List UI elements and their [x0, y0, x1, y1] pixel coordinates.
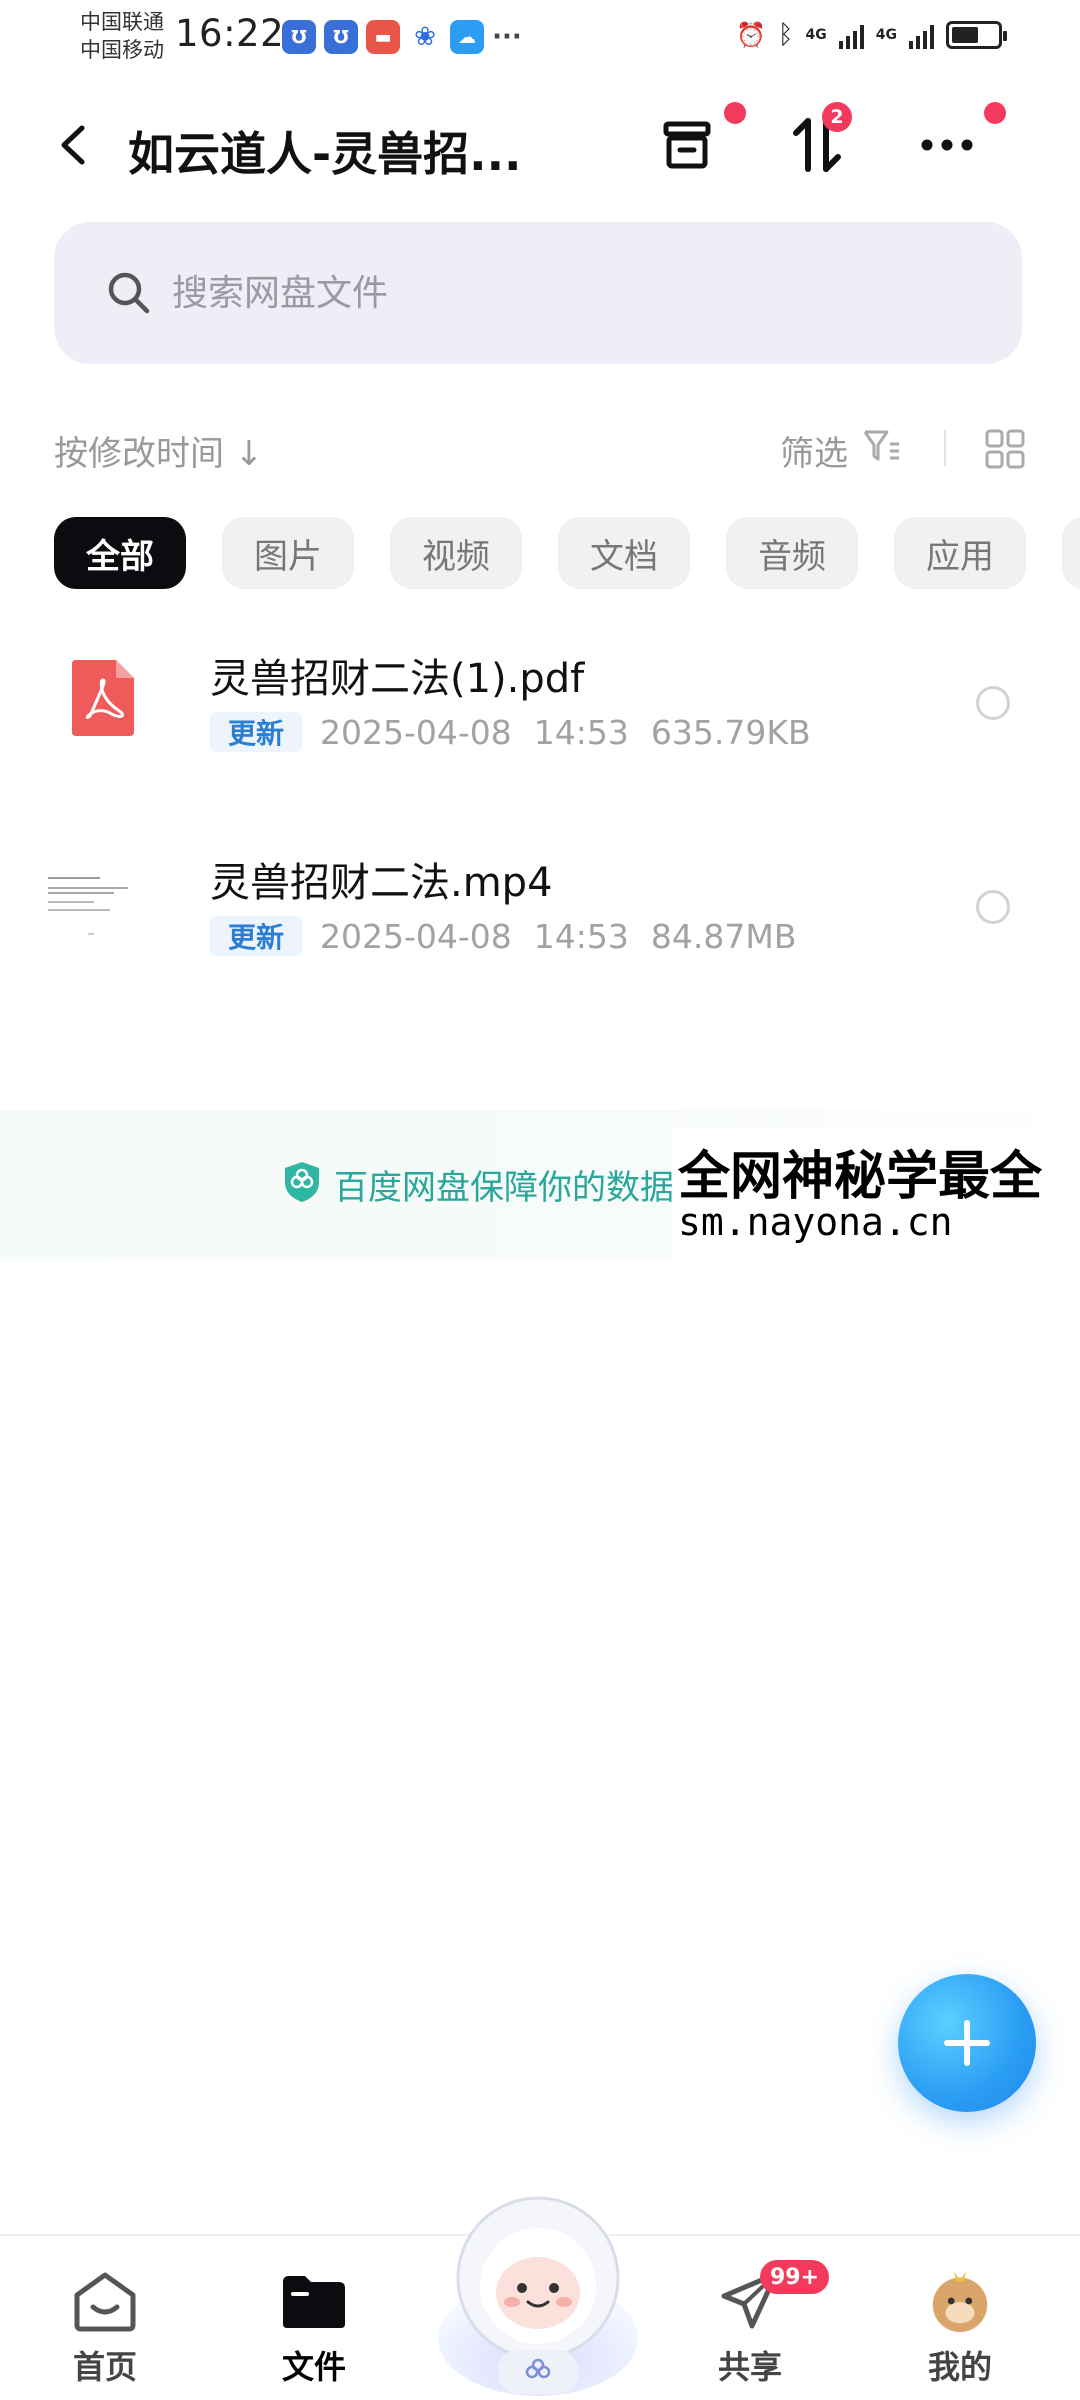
- file-meta: 更新 2025-04-08 14:53 635.79KB: [210, 712, 833, 752]
- share-count-badge: 99+: [760, 2260, 830, 2294]
- avatar: [925, 2266, 995, 2336]
- file-date: 2025-04-08: [320, 712, 512, 752]
- archive-button[interactable]: [652, 102, 746, 180]
- watermark-url: sm.nayona.cn: [678, 1200, 953, 1244]
- clock: 16:22: [175, 12, 285, 55]
- nav-home[interactable]: 首页: [35, 2266, 175, 2396]
- paw-icon: ❀: [414, 22, 436, 52]
- file-row[interactable]: 灵兽招财二法.mp4 更新 2025-04-08 14:53 84.87MB: [0, 832, 1080, 982]
- signal-icon: [909, 21, 934, 49]
- network-type-1: 4G: [805, 27, 827, 43]
- notification-icons: Ʊ Ʊ ▬ ❀ ☁ ···: [282, 20, 522, 54]
- file-time: 14:53: [533, 712, 629, 752]
- watermark-overlay: 全网神秘学最全 sm.nayona.cn: [672, 1128, 1080, 1260]
- carrier-2: 中国移动: [80, 38, 164, 62]
- filter-button[interactable]: 筛选: [780, 426, 848, 475]
- chip-apps[interactable]: 应用: [894, 517, 1026, 589]
- chip-audio[interactable]: 音频: [726, 517, 858, 589]
- nav-share[interactable]: 99+ 共享: [680, 2260, 830, 2396]
- chip-all[interactable]: 全部: [54, 517, 186, 589]
- file-row[interactable]: 灵兽招财二法(1).pdf 更新 2025-04-08 14:53 635.79…: [0, 628, 1080, 778]
- filter-icon[interactable]: [862, 428, 902, 464]
- add-button[interactable]: [898, 1974, 1036, 2112]
- status-bar: 中国联通 中国移动 16:22 Ʊ Ʊ ▬ ❀ ☁ ··· ⏰ ᛒ 4G 4G: [0, 0, 1080, 80]
- category-chips: 全部 图片 视频 文档 音频 应用: [54, 517, 1080, 589]
- chip-more[interactable]: [1062, 517, 1080, 589]
- update-tag: 更新: [210, 712, 303, 752]
- app-notification-icon: Ʊ: [282, 20, 316, 54]
- chip-documents[interactable]: 文档: [558, 517, 690, 589]
- back-button[interactable]: [50, 120, 100, 170]
- nav-mine[interactable]: 我的: [890, 2266, 1030, 2396]
- file-name: 灵兽招财二法.mp4: [210, 860, 553, 906]
- search-input[interactable]: [172, 266, 952, 320]
- file-size: 635.79KB: [650, 712, 811, 752]
- nav-files-label: 文件: [281, 2348, 346, 2386]
- sort-dropdown[interactable]: 按修改时间 ↓: [54, 426, 263, 475]
- file-date: 2025-04-08: [320, 916, 512, 956]
- shield-icon: [285, 1162, 319, 1202]
- nav-files[interactable]: 文件: [244, 2266, 384, 2396]
- mascot-center-button[interactable]: [428, 2168, 648, 2400]
- divider: [944, 430, 946, 466]
- chip-videos[interactable]: 视频: [390, 517, 522, 589]
- search-icon: [108, 272, 150, 314]
- plus-icon: [944, 2020, 990, 2066]
- shopping-app-icon: ▬: [366, 20, 400, 54]
- weather-cloud-icon: ☁: [450, 20, 484, 54]
- select-checkbox[interactable]: [976, 890, 1010, 924]
- file-meta: 更新 2025-04-08 14:53 84.87MB: [210, 916, 819, 956]
- select-checkbox[interactable]: [976, 686, 1010, 720]
- file-time: 14:53: [533, 916, 629, 956]
- network-type-2: 4G: [875, 27, 897, 43]
- signal-icon: [838, 21, 864, 49]
- system-icons: ⏰ ᛒ 4G 4G: [736, 20, 1007, 50]
- alarm-icon: ⏰: [736, 21, 766, 49]
- carrier-1: 中国联通: [80, 10, 164, 34]
- astronaut-mascot-icon: [438, 2196, 638, 2396]
- more-notifications-icon: ···: [492, 22, 522, 52]
- bluetooth-icon: ᛒ: [777, 20, 794, 50]
- transfer-count-badge: 2: [822, 102, 852, 132]
- chevron-left-icon: [61, 125, 85, 165]
- video-thumbnail: [44, 862, 134, 942]
- nav-mine-label: 我的: [927, 2348, 992, 2386]
- home-icon: [70, 2266, 140, 2336]
- watermark-title: 全网神秘学最全: [678, 1146, 1043, 1207]
- search-bar[interactable]: [54, 222, 1022, 364]
- banner-text: 百度网盘保障你的数据: [334, 1168, 674, 1208]
- carrier-names: 中国联通 中国移动: [80, 8, 164, 64]
- folder-icon: [279, 2266, 349, 2336]
- nav-home-label: 首页: [72, 2348, 137, 2386]
- pdf-icon: [72, 660, 134, 736]
- update-tag: 更新: [210, 916, 303, 956]
- app-notification-icon: Ʊ: [324, 20, 358, 54]
- file-name: 灵兽招财二法(1).pdf: [210, 656, 585, 702]
- chip-images[interactable]: 图片: [222, 517, 354, 589]
- grid-view-icon[interactable]: [984, 428, 1026, 470]
- transfer-button[interactable]: 2: [782, 102, 852, 180]
- battery-icon: [946, 21, 1007, 49]
- page-title: 如云道人-灵兽招...: [128, 127, 522, 181]
- top-bar: 如云道人-灵兽招... 2: [0, 90, 1080, 200]
- notification-dot: [724, 102, 746, 124]
- sort-filter-row: 按修改时间 ↓ 筛选: [0, 410, 1080, 480]
- archive-icon: [663, 121, 711, 169]
- file-size: 84.87MB: [650, 916, 797, 956]
- more-dots-icon: [921, 139, 973, 151]
- notification-dot: [984, 102, 1006, 124]
- nav-share-label: 共享: [717, 2348, 782, 2386]
- more-options-button[interactable]: [912, 102, 1006, 180]
